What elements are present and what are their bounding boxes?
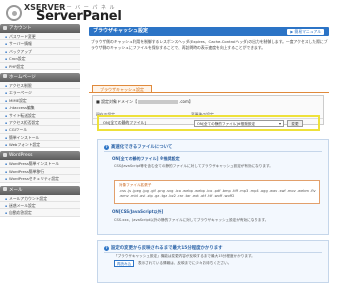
- sidebar-item[interactable]: WordPress簡単移行: [0, 167, 80, 176]
- cache-note-text1: 「ブラウザキャッシュ設定」機能は変更内容が反映するまで最大15分程度かかります。: [114, 254, 255, 258]
- info-title: ? 高速化できるファイルについて: [104, 144, 172, 150]
- sidebar-section-title: アカウント: [9, 26, 32, 31]
- sidebar-item[interactable]: アクセス制限: [0, 81, 80, 90]
- sidebar-section-title: メール: [9, 187, 23, 193]
- section-icon: [3, 25, 7, 30]
- domain-suffix: .com】: [179, 99, 193, 104]
- sidebar-section-header: ホームページ: [0, 72, 80, 82]
- section-icon: [3, 152, 7, 157]
- cache-note-divider: [104, 252, 322, 253]
- info-panel: ? 高速化できるファイルについて ON[全ての静的ファイル] ※推奨設定 CSS/…: [97, 139, 329, 235]
- sidebar-item[interactable]: Cron設定: [0, 55, 80, 63]
- extension-list: .css .js .jpeg .jpg .gif .png .svg .ico …: [119, 189, 316, 198]
- on-all-heading: ON[全ての静的ファイル] ※推奨設定: [112, 156, 180, 161]
- on-except-text: CSS.xxx、JavaScript以外の静的ファイルに対してブラウザキャッシュ…: [114, 218, 269, 222]
- sidebar-item[interactable]: パスワード変更: [0, 33, 80, 41]
- reload-button[interactable]: 再読み込: [114, 260, 134, 267]
- sidebar-section-header: メール: [0, 185, 80, 195]
- sidebar-item[interactable]: CGIツール: [0, 126, 80, 134]
- on-all-text: CSS/JavaScript等を含む全ての静的ファイルに対してブラウザキャッシュ…: [114, 164, 273, 168]
- sidebar-item[interactable]: WordPress簡単インストール: [0, 160, 80, 168]
- sidebar-item[interactable]: サーバー情報: [0, 40, 80, 48]
- redacted-domain: [138, 100, 179, 104]
- sidebar-section-header: WordPress: [0, 151, 80, 161]
- sidebar-section-title: WordPress: [9, 153, 33, 159]
- target-domain: ■ 設定対象ドメイン【 .com】: [96, 99, 193, 104]
- page-title: ブラウザキャッシュ設定 ▶ 簡易マニュアル: [89, 27, 329, 36]
- page-title-text: ブラウザキャッシュ設定: [93, 28, 149, 34]
- sidebar-item[interactable]: メールアカウント設定: [0, 194, 80, 203]
- sidebar-item[interactable]: Webフォント設定: [0, 141, 80, 149]
- sidebar-section-title: ホームページ: [9, 74, 36, 80]
- sidebar-item[interactable]: WordPressセキュリティ設定: [0, 175, 80, 183]
- domain-label: 設定対象ドメイン: [101, 99, 134, 104]
- sidebar-item[interactable]: 自動応答設定: [0, 209, 80, 217]
- extension-label: 対象ファイル拡張子: [119, 183, 152, 187]
- sidebar-section-header: アカウント: [0, 24, 80, 33]
- info-divider: [104, 151, 322, 152]
- sidebar-item[interactable]: サイト転送設定: [0, 111, 80, 119]
- manual-button[interactable]: ▶ 簡易マニュアル: [287, 29, 324, 35]
- change-button[interactable]: 変更: [287, 120, 303, 127]
- page-description: ブラウザ側のキャッシュ利用を制御するレスポンスヘッダ(Expires、Cache…: [91, 39, 328, 50]
- cache-note-title: ? 設定の変更から反映されるまで最大15分程度かかります: [104, 245, 223, 251]
- sidebar-item[interactable]: 迷惑メール設定: [0, 202, 80, 210]
- sidebar-item[interactable]: バックアップ: [0, 47, 80, 56]
- info-icon: ?: [104, 246, 109, 251]
- tab-divider: [89, 92, 329, 93]
- sidebar-item[interactable]: PHP設定: [0, 62, 80, 70]
- sidebar-item[interactable]: MIME設定: [0, 96, 80, 105]
- cache-note-text2: 表示されている情報は、反映までに少々お待ちください。: [138, 261, 232, 265]
- section-icon: [3, 187, 7, 192]
- setting-row: ON[全ての静的ファイル] ON[全ての静的ファイル]※推奨設定 変更: [97, 115, 320, 131]
- sidebar-item[interactable]: エラーページ: [0, 89, 80, 97]
- info-icon: ?: [104, 145, 109, 150]
- extension-box: 対象ファイル拡張子 .css .js .jpeg .jpg .gif .png …: [114, 180, 320, 204]
- sidebar-item[interactable]: 簡単インストール: [0, 133, 80, 142]
- info-title-text: 高速化できるファイルについて: [111, 145, 173, 150]
- xserver-logo-icon: [6, 5, 22, 21]
- sidebar-item[interactable]: アクセス拒否設定: [0, 118, 80, 127]
- current-setting-value: ON[全ての静的ファイル]: [103, 120, 146, 125]
- cache-setting-select[interactable]: ON[全ての静的ファイル]※推奨設定: [194, 120, 284, 127]
- sidebar-item[interactable]: .htaccess編集: [0, 104, 80, 112]
- cache-note-panel: ? 設定の変更から反映されるまで最大15分程度かかります 「ブラウザキャッシュ設定…: [97, 240, 329, 283]
- cache-note-title-text: 設定の変更から反映されるまで最大15分程度かかります: [111, 246, 223, 251]
- section-icon: [3, 74, 7, 79]
- sidebar: アカウントパスワード変更サーバー情報バックアップCron設定PHP設定ホームペー…: [0, 21, 80, 283]
- on-except-heading: ON[CSS/JavaScript以外]: [112, 209, 164, 214]
